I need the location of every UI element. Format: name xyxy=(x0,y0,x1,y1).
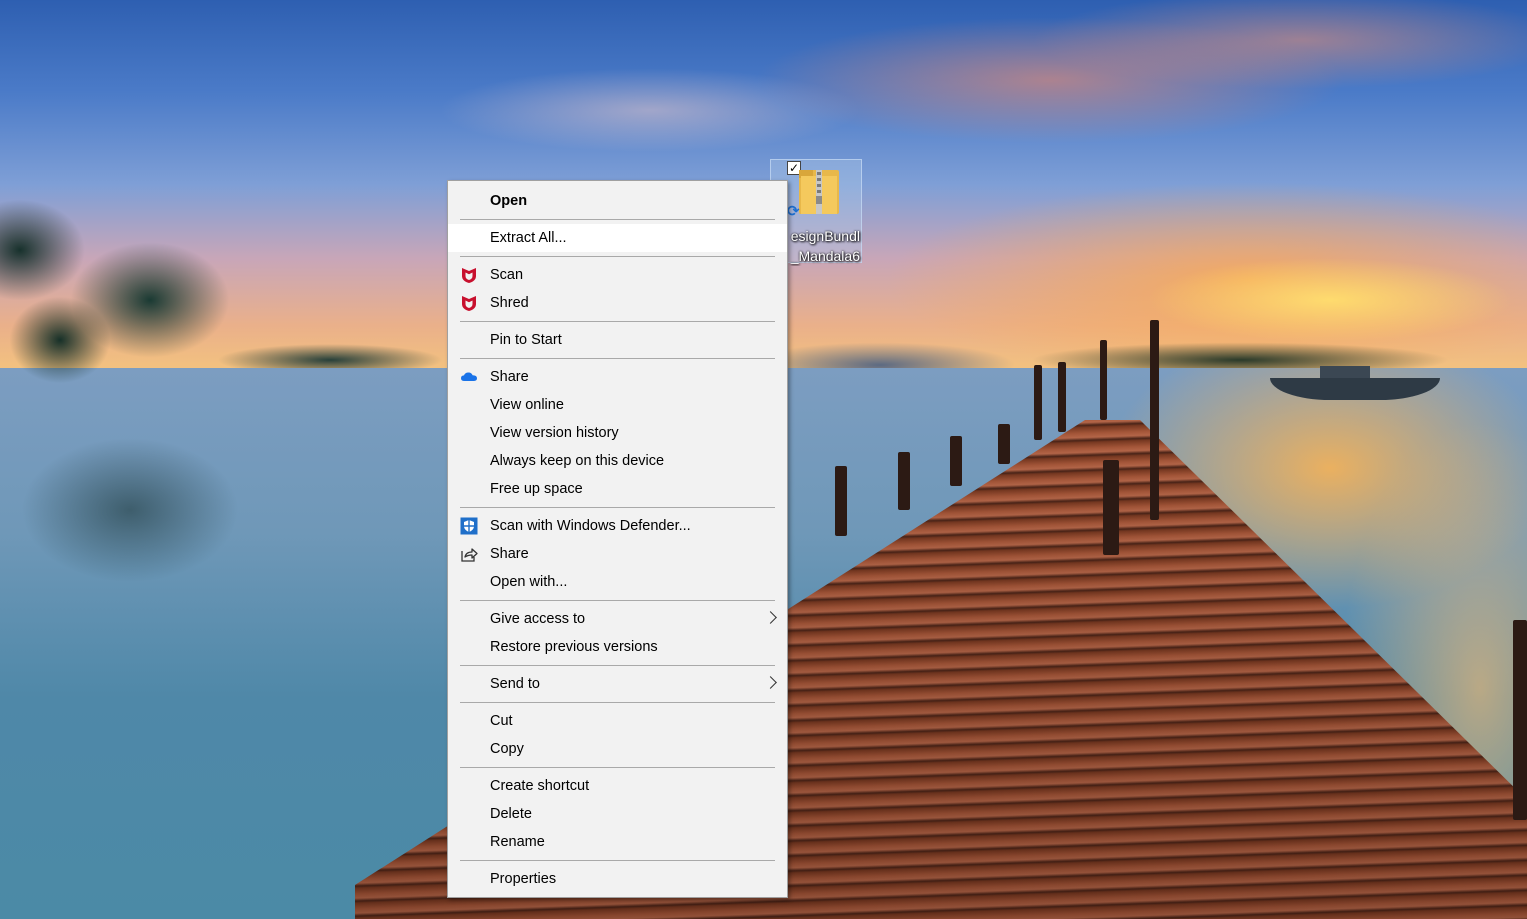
menu-item-properties[interactable]: Properties xyxy=(448,865,787,893)
menu-item-scan-defender-label: Scan with Windows Defender... xyxy=(490,518,691,534)
menu-item-cut[interactable]: Cut xyxy=(448,707,787,735)
menu-item-shred-label: Shred xyxy=(490,295,529,311)
menu-item-view-online[interactable]: View online xyxy=(448,391,787,419)
pier-post xyxy=(898,452,910,510)
menu-item-onedrive-share-label: Share xyxy=(490,369,529,385)
pier-post xyxy=(1100,340,1107,420)
chevron-right-icon xyxy=(764,676,777,689)
wallpaper-tree-reflection xyxy=(0,430,300,630)
pier-post xyxy=(950,436,962,486)
menu-item-open[interactable]: Open xyxy=(448,187,787,215)
menu-item-view-version-history[interactable]: View version history xyxy=(448,419,787,447)
menu-separator xyxy=(460,507,775,508)
menu-separator xyxy=(460,767,775,768)
onedrive-cloud-icon xyxy=(461,372,477,381)
wallpaper-trees xyxy=(0,190,290,450)
menu-item-restore-previous-versions[interactable]: Restore previous versions xyxy=(448,633,787,661)
menu-separator xyxy=(460,860,775,861)
menu-item-scan-defender[interactable]: Scan with Windows Defender... xyxy=(448,512,787,540)
menu-separator xyxy=(460,256,775,257)
chevron-right-icon xyxy=(764,611,777,624)
menu-item-open-with[interactable]: Open with... xyxy=(448,568,787,596)
pier-post xyxy=(1103,460,1119,555)
menu-item-delete[interactable]: Delete xyxy=(448,800,787,828)
menu-item-give-access-to[interactable]: Give access to xyxy=(448,605,787,633)
menu-item-send-to-label: Send to xyxy=(490,676,540,692)
menu-item-scan-label: Scan xyxy=(490,267,524,283)
menu-item-copy[interactable]: Copy xyxy=(448,735,787,763)
menu-item-onedrive-share[interactable]: Share xyxy=(448,363,787,391)
menu-separator xyxy=(460,358,775,359)
menu-item-create-shortcut[interactable]: Create shortcut xyxy=(448,772,787,800)
pier-post xyxy=(1513,620,1527,820)
menu-item-pin-to-start[interactable]: Pin to Start xyxy=(448,326,787,354)
mcafee-shield-icon xyxy=(462,268,476,283)
pier-post xyxy=(1150,320,1159,520)
menu-item-free-up-space[interactable]: Free up space xyxy=(448,475,787,503)
menu-separator xyxy=(460,321,775,322)
menu-separator xyxy=(460,702,775,703)
share-icon xyxy=(461,548,478,562)
menu-item-rename[interactable]: Rename xyxy=(448,828,787,856)
sync-status-icon: ⟳ xyxy=(787,203,800,220)
pier-post xyxy=(1058,362,1066,432)
menu-item-always-keep[interactable]: Always keep on this device xyxy=(448,447,787,475)
zip-folder-icon xyxy=(799,170,839,214)
menu-item-give-access-to-label: Give access to xyxy=(490,611,586,627)
menu-separator xyxy=(460,219,775,220)
windows-defender-icon xyxy=(460,517,478,535)
menu-item-share[interactable]: Share xyxy=(448,540,787,568)
pier-post xyxy=(1034,365,1042,440)
menu-separator xyxy=(460,665,775,666)
context-menu: Open Extract All... Scan Shred Pin to St… xyxy=(447,180,788,898)
pier-post xyxy=(998,424,1010,464)
pier-post xyxy=(835,466,847,536)
menu-item-extract-all[interactable]: Extract All... xyxy=(448,224,787,252)
menu-item-scan[interactable]: Scan xyxy=(448,261,787,289)
menu-item-shred[interactable]: Shred xyxy=(448,289,787,317)
menu-item-share-label: Share xyxy=(490,546,529,562)
menu-item-send-to[interactable]: Send to xyxy=(448,670,787,698)
mcafee-shield-icon xyxy=(462,296,476,311)
menu-separator xyxy=(460,600,775,601)
